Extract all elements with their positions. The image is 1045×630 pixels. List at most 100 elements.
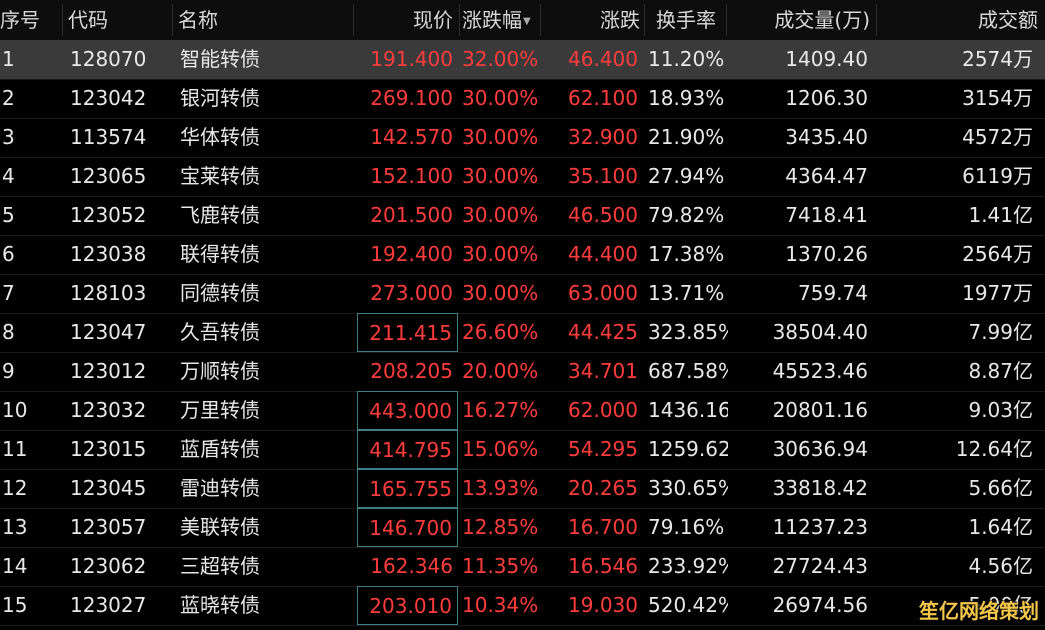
row-change: 63.000 bbox=[568, 281, 638, 305]
row-name: 宝莱转债 bbox=[180, 164, 260, 188]
row-seq: 4 bbox=[2, 164, 15, 188]
row-price: 201.500 bbox=[370, 203, 453, 227]
table-row[interactable]: 14 123062 三超转债 162.346 11.35% 16.546 233.92% 27… bbox=[0, 547, 1045, 587]
header-seq[interactable]: 序号 bbox=[0, 0, 40, 40]
row-volume: 38504.40 bbox=[772, 320, 868, 344]
row-turnover: 233.92% bbox=[648, 554, 728, 578]
row-name: 华体转债 bbox=[180, 125, 260, 149]
row-code: 123012 bbox=[70, 359, 147, 383]
row-code: 123038 bbox=[70, 242, 147, 266]
row-amount: 12.64亿 bbox=[955, 437, 1033, 461]
header-chg[interactable]: 涨跌 bbox=[540, 0, 640, 40]
header-divider bbox=[876, 4, 877, 36]
row-change: 20.265 bbox=[568, 476, 638, 500]
row-seq: 3 bbox=[2, 125, 15, 149]
row-volume: 1409.40 bbox=[785, 47, 868, 71]
table-row[interactable]: 2 123042 银河转债 269.100 30.00% 62.100 18.93% 1206… bbox=[0, 79, 1045, 119]
row-code: 123047 bbox=[70, 320, 147, 344]
row-change: 46.500 bbox=[568, 203, 638, 227]
header-divider bbox=[459, 4, 460, 36]
row-price: 273.000 bbox=[370, 281, 453, 305]
row-name: 久吾转债 bbox=[180, 320, 260, 344]
row-turnover: 520.42% bbox=[648, 593, 728, 617]
header-pct[interactable]: 涨跌幅▼ bbox=[462, 0, 531, 40]
row-change: 54.295 bbox=[568, 437, 638, 461]
row-change-percent: 10.34% bbox=[462, 593, 539, 617]
header-volume[interactable]: 成交量(万) bbox=[728, 0, 870, 40]
table-row[interactable]: 1 128070 智能转债 191.400 32.00% 46.400 11.20% 1409… bbox=[0, 40, 1045, 80]
row-change-percent: 30.00% bbox=[462, 164, 539, 188]
row-turnover: 27.94% bbox=[648, 164, 725, 188]
table-row[interactable]: 8 123047 久吾转债 211.41526.60% 44.425 323.85% 385… bbox=[0, 313, 1045, 353]
table-row[interactable]: 7 128103 同德转债 273.000 30.00% 63.000 13.71% 759.… bbox=[0, 274, 1045, 314]
table-row[interactable]: 6 123038 联得转债 192.400 30.00% 44.400 17.38% 1370… bbox=[0, 235, 1045, 275]
row-name: 三超转债 bbox=[180, 554, 260, 578]
row-price: 443.000 bbox=[357, 391, 458, 430]
table-row[interactable]: 11 123015 蓝盾转债 414.795 15.06% 54.295 1259.62 30… bbox=[0, 430, 1045, 470]
row-change-percent: 30.00% bbox=[462, 86, 539, 110]
row-name: 美联转债 bbox=[180, 515, 260, 539]
row-change: 19.030 bbox=[568, 593, 638, 617]
row-turnover: 21.90% bbox=[648, 125, 725, 149]
header-pct-label: 涨跌幅 bbox=[462, 8, 522, 32]
row-price: 191.400 bbox=[370, 47, 453, 71]
row-seq: 7 bbox=[2, 281, 15, 305]
table-row[interactable]: 15 123027 蓝晓转债 203.01010.34% 19.030 520.42% 26… bbox=[0, 586, 1045, 626]
row-amount: 8.87亿 bbox=[968, 359, 1033, 383]
row-seq: 9 bbox=[2, 359, 15, 383]
row-volume: 27724.43 bbox=[772, 554, 868, 578]
row-change-percent: 30.00% bbox=[462, 203, 539, 227]
header-name[interactable]: 名称 bbox=[178, 0, 218, 40]
header-amount[interactable]: 成交额 bbox=[878, 0, 1038, 40]
row-name: 蓝晓转债 bbox=[180, 593, 260, 617]
row-change: 34.701 bbox=[568, 359, 638, 383]
row-code: 123057 bbox=[70, 515, 147, 539]
header-price[interactable]: 现价 bbox=[357, 0, 458, 40]
row-volume: 759.74 bbox=[798, 281, 868, 305]
row-seq: 13 bbox=[2, 515, 28, 539]
sort-descending-icon: ▼ bbox=[523, 15, 531, 27]
row-amount: 5.66亿 bbox=[968, 476, 1033, 500]
row-turnover: 687.58% bbox=[648, 359, 728, 383]
row-change: 44.400 bbox=[568, 242, 638, 266]
row-turnover: 17.38% bbox=[648, 242, 725, 266]
row-change-percent: 20.00% bbox=[462, 359, 539, 383]
row-code: 123015 bbox=[70, 437, 147, 461]
row-volume: 33818.42 bbox=[772, 476, 868, 500]
row-amount: 7.99亿 bbox=[968, 320, 1033, 344]
row-volume: 7418.41 bbox=[785, 203, 868, 227]
table-row[interactable]: 9 123012 万顺转债 208.205 20.00% 34.701 687.58% 455… bbox=[0, 352, 1045, 392]
row-turnover: 79.82% bbox=[648, 203, 725, 227]
row-turnover: 1259.62 bbox=[648, 437, 728, 461]
header-code[interactable]: 代码 bbox=[68, 0, 108, 40]
row-seq: 8 bbox=[2, 320, 15, 344]
row-price: 414.795 bbox=[357, 430, 458, 469]
table-row[interactable]: 13 123057 美联转债 146.700 12.85% 16.700 79.16% 112… bbox=[0, 508, 1045, 548]
row-change-percent: 11.35% bbox=[462, 554, 539, 578]
row-code: 113574 bbox=[70, 125, 147, 149]
row-change-percent: 30.00% bbox=[462, 281, 539, 305]
row-change-percent: 32.00% bbox=[462, 47, 539, 71]
table-row[interactable]: 10 123032 万里转债 443.000 16.27% 62.000 1436.16 20… bbox=[0, 391, 1045, 431]
row-change: 44.425 bbox=[568, 320, 638, 344]
row-amount: 1.64亿 bbox=[968, 515, 1033, 539]
table-row[interactable]: 12 123045 雷迪转债 165.75513.93% 20.265 330.65% 33… bbox=[0, 469, 1045, 509]
table-row[interactable]: 4 123065 宝莱转债 152.100 30.00% 35.100 27.94% 4364… bbox=[0, 157, 1045, 197]
row-amount: 1977万 bbox=[962, 281, 1033, 305]
header-turnover[interactable]: 换手率 bbox=[656, 0, 716, 40]
row-change: 32.900 bbox=[568, 125, 638, 149]
header-divider bbox=[644, 4, 645, 36]
row-code: 123052 bbox=[70, 203, 147, 227]
row-turnover: 79.16% bbox=[648, 515, 725, 539]
row-change-percent: 12.85% bbox=[462, 515, 539, 539]
row-change: 16.546 bbox=[568, 554, 638, 578]
row-name: 蓝盾转债 bbox=[180, 437, 260, 461]
row-price: 192.400 bbox=[370, 242, 453, 266]
row-code: 128103 bbox=[70, 281, 147, 305]
row-name: 智能转债 bbox=[180, 47, 260, 71]
row-name: 银河转债 bbox=[180, 86, 260, 110]
table-row[interactable]: 5 123052 飞鹿转债 201.500 30.00% 46.500 79.82% 7418… bbox=[0, 196, 1045, 236]
row-price: 152.100 bbox=[370, 164, 453, 188]
row-change: 16.700 bbox=[568, 515, 638, 539]
table-row[interactable]: 3 113574 华体转债 142.570 30.00% 32.900 21.90% 3435… bbox=[0, 118, 1045, 158]
